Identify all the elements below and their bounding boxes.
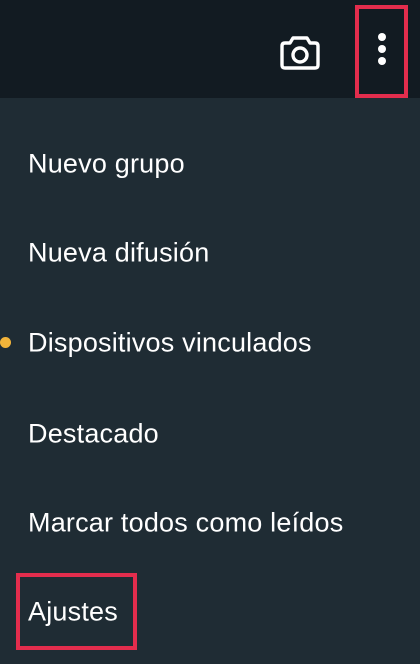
menu-item-label: Marcar todos como leídos	[28, 507, 344, 538]
camera-button[interactable]	[278, 32, 322, 76]
more-options-button[interactable]	[355, 5, 408, 98]
menu-item-new-broadcast[interactable]: Nueva difusión	[0, 209, 420, 297]
menu-item-label: Destacado	[28, 418, 159, 449]
menu-item-label: Nueva difusión	[28, 237, 210, 268]
menu-item-linked-devices[interactable]: Dispositivos vinculados	[0, 299, 420, 387]
menu-item-label: Nuevo grupo	[28, 148, 185, 179]
more-vert-icon	[377, 32, 387, 71]
menu-item-new-group[interactable]: Nuevo grupo	[0, 120, 420, 208]
settings-highlight-box	[16, 573, 137, 650]
overflow-menu: Nuevo grupo Nueva difusión Dispositivos …	[0, 98, 420, 664]
menu-item-mark-all-read[interactable]: Marcar todos como leídos	[0, 479, 420, 567]
unread-dot	[0, 337, 11, 348]
top-app-bar	[0, 0, 420, 98]
menu-item-label: Dispositivos vinculados	[28, 327, 312, 358]
camera-icon	[280, 34, 320, 75]
menu-item-starred[interactable]: Destacado	[0, 390, 420, 478]
screen: Nuevo grupo Nueva difusión Dispositivos …	[0, 0, 420, 664]
